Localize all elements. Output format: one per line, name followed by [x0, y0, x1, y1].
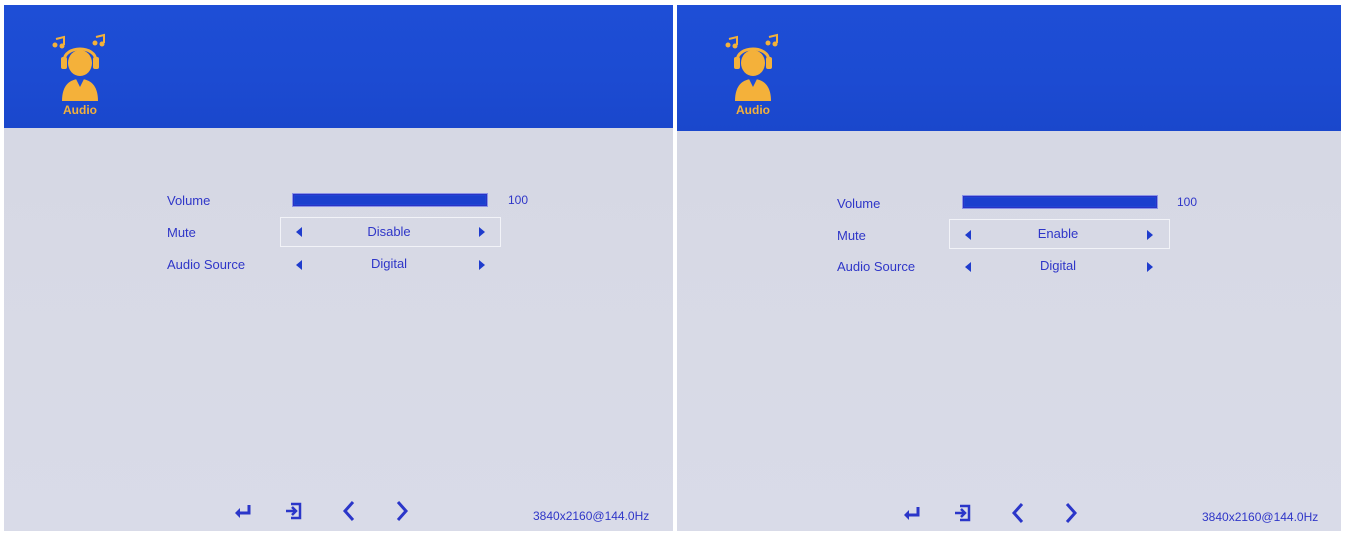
mute-right-arrow-icon[interactable] — [479, 227, 485, 237]
resolution-readout: 3840x2160@144.0Hz — [533, 509, 650, 523]
resolution-readout: 3840x2160@144.0Hz — [1202, 510, 1319, 524]
volume-label: Volume — [837, 196, 881, 211]
mute-right-arrow-icon[interactable] — [1147, 230, 1153, 240]
audio-menu-tab[interactable]: Audio — [50, 31, 110, 119]
audio-headset-icon — [52, 33, 105, 101]
chevron-left-icon[interactable] — [1010, 501, 1026, 525]
volume-value: 100 — [1177, 195, 1198, 209]
enter-icon[interactable] — [233, 503, 253, 519]
exit-icon[interactable] — [284, 501, 304, 521]
osd-panel-right: Audio Volume 100 Mute Enable Audio Sourc… — [677, 5, 1341, 531]
audio-source-left-arrow-icon[interactable] — [965, 262, 971, 272]
volume-slider-fill — [295, 196, 485, 204]
audio-menu-tab[interactable]: Audio — [723, 31, 783, 119]
mute-value: Enable — [1037, 226, 1079, 241]
audio-source-label: Audio Source — [167, 257, 246, 272]
enter-icon[interactable] — [902, 505, 922, 521]
audio-source-label: Audio Source — [837, 259, 916, 274]
volume-slider-fill — [965, 198, 1155, 206]
volume-slider[interactable] — [962, 195, 1158, 209]
mute-left-arrow-icon[interactable] — [965, 230, 971, 240]
audio-tab-label: Audio — [736, 103, 770, 117]
mute-left-arrow-icon[interactable] — [296, 227, 302, 237]
osd-comparison: Audio Volume 100 Mute Disable Audio Sour… — [0, 0, 1345, 534]
audio-source-right-arrow-icon[interactable] — [1147, 262, 1153, 272]
chevron-right-icon[interactable] — [394, 499, 410, 523]
mute-label: Mute — [167, 225, 196, 240]
audio-source-left-arrow-icon[interactable] — [296, 260, 302, 270]
osd-header: Audio — [4, 5, 673, 128]
volume-slider[interactable] — [292, 193, 488, 207]
audio-source-right-arrow-icon[interactable] — [479, 260, 485, 270]
volume-value: 100 — [508, 193, 529, 207]
volume-label: Volume — [167, 193, 211, 208]
audio-tab-label: Audio — [63, 103, 97, 117]
chevron-left-icon[interactable] — [341, 499, 357, 523]
audio-headset-icon — [725, 33, 778, 101]
audio-source-value: Digital — [370, 256, 408, 271]
chevron-right-icon[interactable] — [1063, 501, 1079, 525]
osd-header: Audio — [677, 5, 1341, 131]
mute-label: Mute — [837, 228, 866, 243]
osd-panel-left: Audio Volume 100 Mute Disable Audio Sour… — [4, 5, 673, 531]
exit-icon[interactable] — [953, 503, 973, 523]
mute-value: Disable — [367, 224, 411, 239]
audio-source-value: Digital — [1039, 258, 1077, 273]
